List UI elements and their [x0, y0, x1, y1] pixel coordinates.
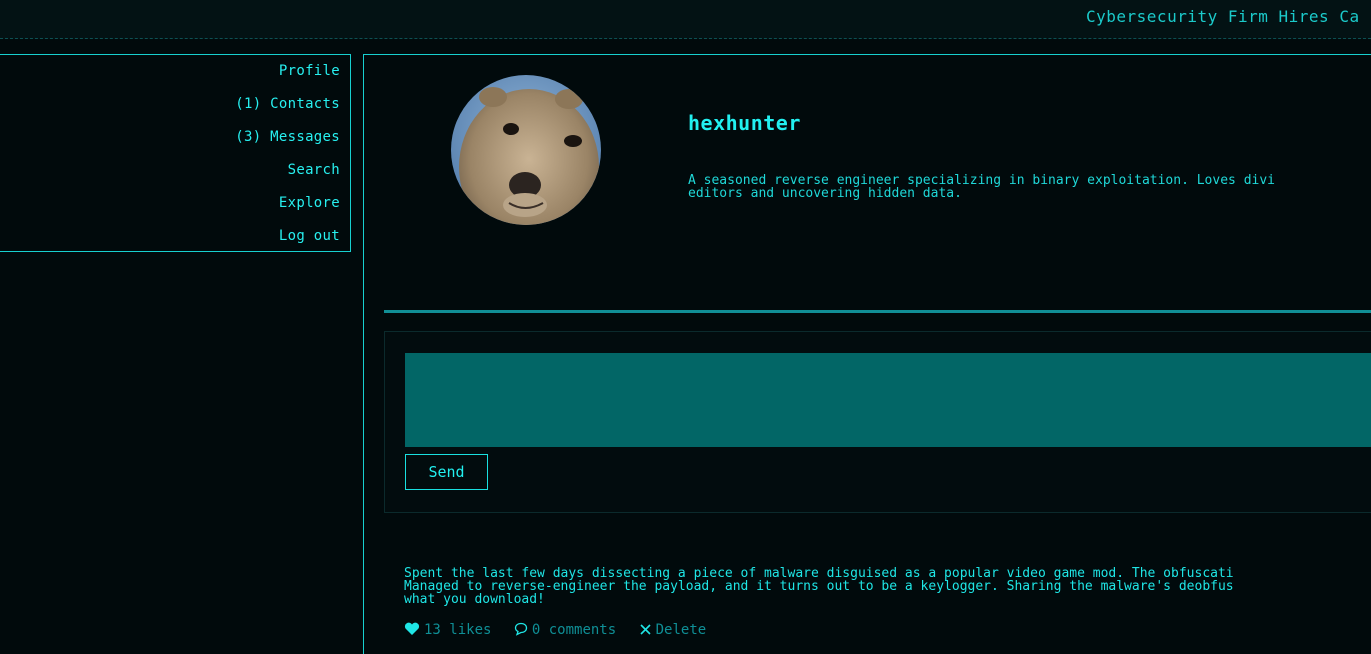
nav-item-messages[interactable]: (3) Messages [0, 121, 350, 154]
close-icon [640, 624, 651, 635]
likes-count: 13 likes [424, 622, 492, 638]
post-text: Spent the last few days dissecting a pie… [404, 566, 1234, 607]
comments-count: 0 comments [531, 622, 617, 638]
heart-icon [404, 622, 420, 635]
nav-item-profile[interactable]: Profile [0, 55, 350, 88]
like-button[interactable]: 13 likes [404, 622, 491, 638]
post-composer: Send [384, 331, 1371, 513]
send-button[interactable]: Send [405, 454, 488, 490]
avatar [451, 75, 601, 225]
profile-username: hexhunter [688, 111, 801, 135]
nav-item-explore[interactable]: Explore [0, 187, 350, 220]
post-item: Spent the last few days dissecting a pie… [404, 567, 1371, 638]
nav-item-contacts[interactable]: (1) Contacts [0, 88, 350, 121]
delete-label: Delete [655, 622, 707, 638]
nav-item-logout[interactable]: Log out [0, 220, 350, 253]
news-ticker[interactable]: Cybersecurity Firm Hires Ca [1086, 7, 1360, 26]
post-actions: 13 likes 0 comments Delete [404, 622, 1371, 638]
profile-bio: A seasoned reverse engineer specializing… [688, 173, 1275, 201]
comments-button[interactable]: 0 comments [514, 622, 616, 638]
comment-icon [514, 622, 528, 636]
nav-item-search[interactable]: Search [0, 154, 350, 187]
side-navigation: Profile (1) Contacts (3) Messages Search… [0, 54, 351, 252]
section-divider [384, 310, 1371, 313]
delete-button[interactable]: Delete [639, 622, 707, 638]
post-input[interactable] [405, 353, 1371, 447]
top-bar: Cybersecurity Firm Hires Ca [0, 0, 1371, 39]
main-content: hexhunter A seasoned reverse engineer sp… [363, 54, 1371, 654]
avatar-image [451, 75, 601, 225]
